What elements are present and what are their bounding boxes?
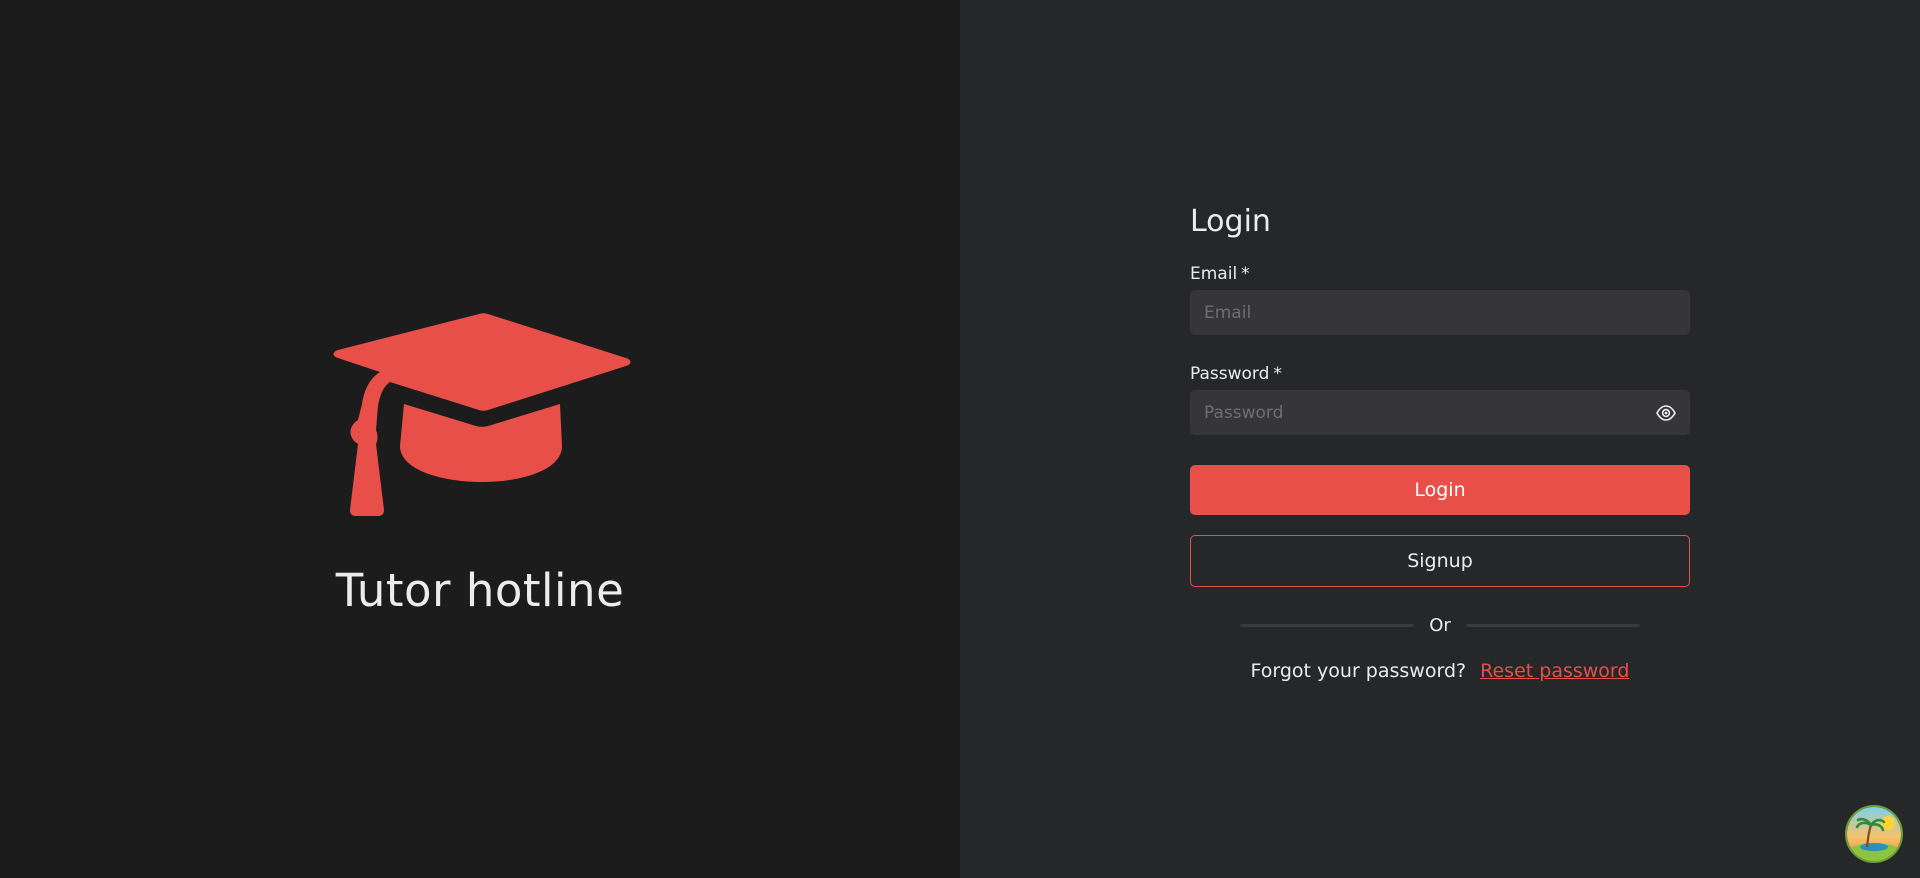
tropical-island-avatar-icon[interactable]	[1845, 805, 1903, 863]
divider-text: Or	[1429, 614, 1451, 636]
forgot-password-text: Forgot your password?	[1250, 660, 1467, 682]
signup-button[interactable]: Signup	[1190, 535, 1690, 587]
email-required-mark: *	[1241, 264, 1250, 284]
password-label: Password *	[1190, 362, 1690, 386]
app-title: Tutor hotline	[335, 564, 625, 617]
divider-line-right	[1465, 623, 1640, 627]
password-required-mark: *	[1273, 364, 1282, 384]
forgot-password-row: Forgot your password? Reset password	[1190, 657, 1690, 685]
email-label: Email *	[1190, 262, 1690, 286]
or-divider: Or	[1190, 613, 1690, 637]
eye-icon[interactable]	[1656, 403, 1676, 423]
divider-line-left	[1240, 623, 1415, 627]
email-label-text: Email	[1190, 264, 1238, 284]
form-title: Login	[1190, 204, 1271, 239]
email-field-box	[1190, 290, 1690, 335]
graduation-cap-icon	[333, 313, 631, 516]
password-field-box	[1190, 390, 1690, 435]
login-page: Tutor hotline Login Email * Password *	[0, 0, 1920, 878]
login-form: Login Email * Password * L	[1190, 200, 1690, 685]
brand-panel: Tutor hotline	[0, 0, 960, 878]
password-label-text: Password	[1190, 364, 1270, 384]
password-input[interactable]	[1190, 390, 1690, 435]
reset-password-link[interactable]: Reset password	[1480, 660, 1629, 682]
login-button[interactable]: Login	[1190, 465, 1690, 515]
email-input[interactable]	[1190, 290, 1690, 335]
login-panel: Login Email * Password * L	[960, 0, 1920, 878]
